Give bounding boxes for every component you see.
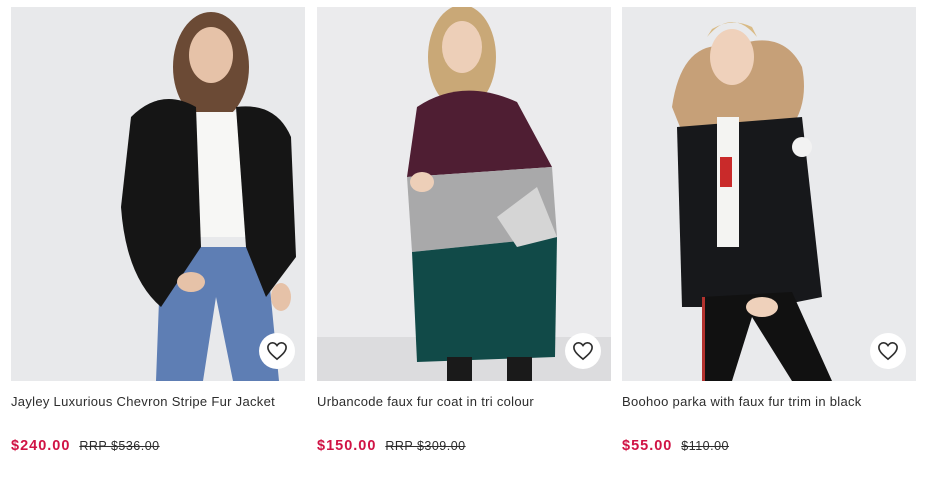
- rrp-price: RRP $536.00: [79, 439, 160, 453]
- sale-price: $55.00: [622, 438, 673, 454]
- heart-outline-icon: [878, 341, 898, 361]
- product-card[interactable]: Urbancode faux fur coat in tri colour $1…: [317, 7, 611, 454]
- product-title[interactable]: Boohoo parka with faux fur trim in black: [622, 394, 916, 412]
- product-card[interactable]: Boohoo parka with faux fur trim in black…: [622, 7, 916, 454]
- model-tri-colour-fur-coat-photo: [317, 7, 611, 381]
- price-row: $150.00 RRP $309.00: [317, 437, 611, 454]
- heart-outline-icon: [267, 341, 287, 361]
- product-title[interactable]: Jayley Luxurious Chevron Stripe Fur Jack…: [11, 394, 305, 412]
- wishlist-button[interactable]: [259, 333, 295, 369]
- wishlist-button[interactable]: [565, 333, 601, 369]
- product-image[interactable]: [11, 7, 305, 381]
- price-row: $240.00 RRP $536.00: [11, 437, 305, 454]
- rrp-price: RRP $309.00: [385, 439, 466, 453]
- product-image[interactable]: [317, 7, 611, 381]
- product-card[interactable]: Jayley Luxurious Chevron Stripe Fur Jack…: [11, 7, 305, 454]
- product-title[interactable]: Urbancode faux fur coat in tri colour: [317, 394, 611, 412]
- product-grid: Jayley Luxurious Chevron Stripe Fur Jack…: [0, 0, 929, 479]
- price-row: $55.00 $110.00: [622, 437, 916, 454]
- wishlist-button[interactable]: [870, 333, 906, 369]
- sale-price: $240.00: [11, 438, 71, 454]
- heart-outline-icon: [573, 341, 593, 361]
- product-image[interactable]: [622, 7, 916, 381]
- rrp-price: $110.00: [681, 439, 730, 453]
- sale-price: $150.00: [317, 438, 377, 454]
- model-black-fur-jacket-photo: [11, 7, 305, 381]
- model-black-parka-photo: [622, 7, 916, 381]
